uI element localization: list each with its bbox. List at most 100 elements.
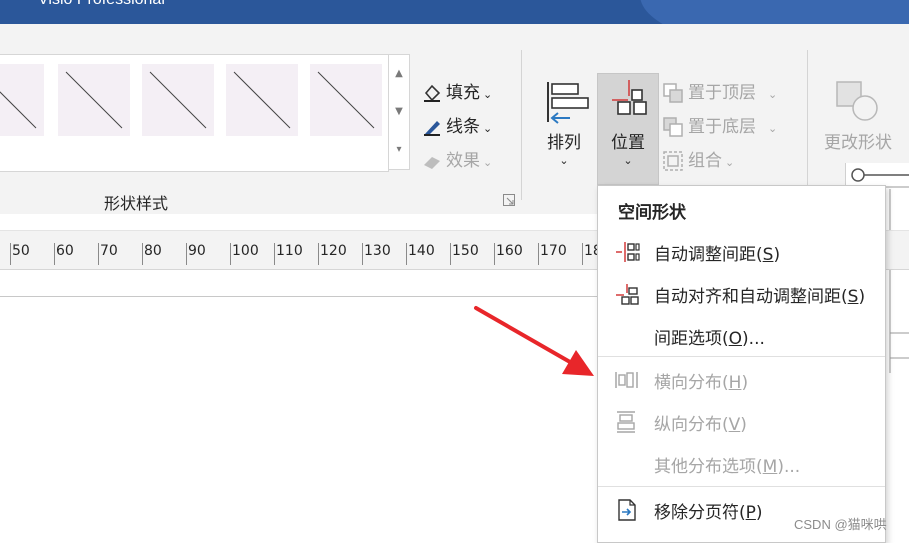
ruler-label: 80 bbox=[144, 243, 162, 259]
line-button[interactable]: 线条 ⌄ bbox=[422, 112, 492, 137]
ruler-tick bbox=[142, 243, 143, 265]
menu-item-label: 自动调整间距(S) bbox=[654, 245, 781, 265]
group-separator bbox=[521, 50, 522, 200]
arrange-icon bbox=[547, 82, 589, 124]
chevron-down-icon: ⌄ bbox=[623, 154, 633, 167]
chevron-down-icon: ⌄ bbox=[483, 88, 493, 101]
menu-item-label: 自动对齐和自动调整间距(S) bbox=[654, 287, 866, 307]
ruler-label: 110 bbox=[276, 243, 303, 259]
annotation-arrow-icon bbox=[474, 306, 594, 376]
change-shape-button[interactable]: 更改形状 bbox=[818, 76, 898, 156]
distribute-horizontal-icon bbox=[615, 372, 638, 388]
fill-bucket-icon bbox=[424, 84, 441, 102]
ruler-label: 50 bbox=[12, 243, 30, 259]
arrange-button[interactable]: 排列 ⌄ bbox=[538, 74, 590, 184]
ruler-label: 140 bbox=[408, 243, 435, 259]
position-dropdown-menu: 空间形状 自动调整间距(S) 自动对齐和自动调整间距(S) 间距选项(O)...… bbox=[597, 185, 886, 543]
ruler-tick bbox=[230, 243, 231, 265]
group-button[interactable]: 组合 ⌄ bbox=[662, 146, 734, 172]
menu-item-distribute-vertically[interactable]: 纵向分布(V) bbox=[598, 402, 885, 442]
position-label: 位置 bbox=[611, 133, 645, 153]
group-icon bbox=[663, 151, 683, 171]
ruler-tick bbox=[10, 243, 11, 265]
gallery-scroll-up-icon[interactable]: ▲ bbox=[389, 55, 409, 93]
pen-icon bbox=[424, 121, 440, 136]
ruler-tick bbox=[582, 243, 583, 265]
ruler-label: 160 bbox=[496, 243, 523, 259]
gallery-more-icon[interactable]: ▾ bbox=[389, 131, 409, 169]
line-label: 线条 bbox=[446, 117, 480, 137]
ruler-label: 100 bbox=[232, 243, 259, 259]
gallery-scrollbar[interactable]: ▲ ▼ ▾ bbox=[388, 54, 410, 170]
menu-separator bbox=[598, 486, 885, 487]
ruler-tick bbox=[494, 243, 495, 265]
menu-item-label: 横向分布(H) bbox=[654, 373, 749, 393]
style-tile[interactable] bbox=[226, 64, 298, 136]
chevron-down-icon: ⌄ bbox=[483, 156, 493, 169]
page-edge bbox=[0, 296, 600, 297]
dialog-launcher-icon[interactable] bbox=[503, 194, 515, 206]
ruler-tick bbox=[318, 243, 319, 265]
bring-to-front-label: 置于顶层 bbox=[688, 83, 756, 103]
menu-item-spacing-options[interactable]: 间距选项(O)... bbox=[598, 316, 885, 356]
shape-style-gallery bbox=[0, 54, 389, 172]
chevron-down-icon: ⌄ bbox=[559, 154, 569, 167]
watermark: CSDN @猫咪哄 bbox=[794, 517, 887, 532]
position-button[interactable]: 位置 ⌄ bbox=[597, 73, 659, 185]
fill-label: 填充 bbox=[446, 83, 480, 103]
send-to-back-label: 置于底层 bbox=[688, 117, 756, 137]
app-title: Visio Professional bbox=[38, 0, 165, 9]
chevron-down-icon: ⌄ bbox=[768, 88, 778, 101]
ruler-tick bbox=[186, 243, 187, 265]
menu-item-label: 其他分布选项(M)... bbox=[654, 457, 801, 477]
style-tile[interactable] bbox=[310, 64, 382, 136]
shape-styles-group-label: 形状样式 bbox=[104, 194, 169, 213]
ruler-tick bbox=[450, 243, 451, 265]
effects-icon bbox=[424, 157, 440, 169]
menu-item-label: 间距选项(O)... bbox=[654, 329, 765, 349]
auto-align-space-icon bbox=[616, 284, 639, 305]
style-tile[interactable] bbox=[58, 64, 130, 136]
ruler-tick bbox=[362, 243, 363, 265]
remove-page-break-icon bbox=[618, 499, 636, 521]
menu-section-header: 空间形状 bbox=[618, 203, 686, 223]
ruler-tick bbox=[274, 243, 275, 265]
ruler-tick bbox=[406, 243, 407, 265]
chevron-down-icon: ⌄ bbox=[483, 122, 493, 135]
distribute-vertical-icon bbox=[617, 411, 635, 433]
ruler-label: 90 bbox=[188, 243, 206, 259]
group-label: 组合 bbox=[688, 151, 722, 171]
menu-item-distribute-horizontally[interactable]: 横向分布(H) bbox=[598, 360, 885, 400]
group-separator bbox=[807, 50, 808, 200]
effects-button[interactable]: 效果 ⌄ bbox=[422, 146, 492, 171]
ruler-tick bbox=[54, 243, 55, 265]
gallery-scroll-down-icon[interactable]: ▼ bbox=[389, 93, 409, 131]
ruler-tick bbox=[538, 243, 539, 265]
ruler-label: 150 bbox=[452, 243, 479, 259]
ruler-tick bbox=[98, 243, 99, 265]
send-to-back-icon bbox=[663, 117, 683, 137]
title-bar: Visio Professional bbox=[0, 0, 909, 24]
style-tile[interactable] bbox=[0, 64, 44, 136]
menu-item-more-distribute-options[interactable]: 其他分布选项(M)... bbox=[598, 444, 885, 484]
ruler-label: 70 bbox=[100, 243, 118, 259]
menu-item-label: 纵向分布(V) bbox=[654, 415, 747, 435]
position-icon bbox=[612, 80, 647, 115]
fill-button[interactable]: 填充 ⌄ bbox=[422, 78, 492, 103]
menu-separator bbox=[598, 356, 885, 357]
ruler-label: 130 bbox=[364, 243, 391, 259]
style-tile[interactable] bbox=[142, 64, 214, 136]
ruler-label: 170 bbox=[540, 243, 567, 259]
auto-space-icon bbox=[616, 242, 640, 262]
send-to-back-button[interactable]: 置于底层 ⌄ bbox=[662, 112, 777, 138]
bring-to-front-icon bbox=[663, 83, 683, 103]
change-shape-label: 更改形状 bbox=[824, 133, 892, 153]
menu-item-auto-space[interactable]: 自动调整间距(S) bbox=[598, 232, 885, 272]
ruler-label: 60 bbox=[56, 243, 74, 259]
bring-to-front-button[interactable]: 置于顶层 ⌄ bbox=[662, 78, 777, 104]
title-bar-decoration bbox=[640, 0, 909, 24]
ruler-label: 120 bbox=[320, 243, 347, 259]
chevron-down-icon: ⌄ bbox=[725, 156, 735, 169]
effects-label: 效果 bbox=[446, 151, 480, 171]
menu-item-auto-align-space[interactable]: 自动对齐和自动调整间距(S) bbox=[598, 274, 885, 314]
